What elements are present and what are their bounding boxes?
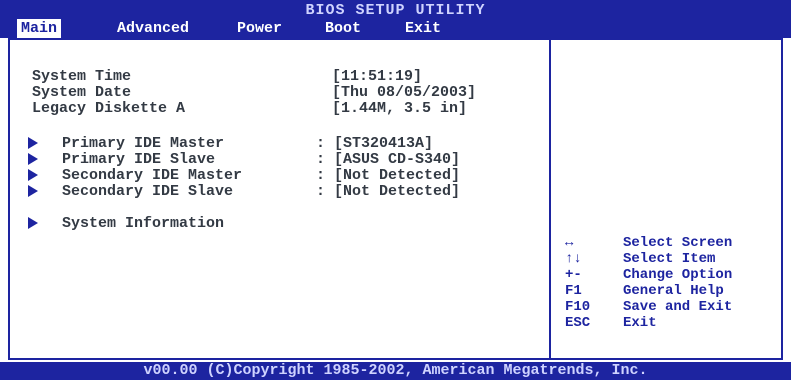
menu-advanced[interactable]: Advanced: [117, 19, 189, 38]
menu-boot[interactable]: Boot: [325, 19, 361, 38]
submenu-label: Primary IDE Slave: [62, 151, 216, 168]
key-legend-row: +- Change Option: [565, 267, 775, 283]
submenu-label: Secondary IDE Slave: [62, 183, 234, 200]
bios-screen: BIOS SETUP UTILITY Main Advanced Power B…: [0, 0, 791, 380]
key-legend-row: ↑↓ Select Item: [565, 251, 775, 267]
key-plus-minus: +-: [565, 267, 582, 283]
submenu-arrow-icon: [28, 185, 38, 197]
key-up-down: ↑↓: [565, 251, 582, 267]
key-legend-row: ESC Exit: [565, 315, 775, 331]
key-legend-row: F10 Save and Exit: [565, 299, 775, 315]
submenu-value: : [Not Detected]: [316, 183, 461, 200]
key-f10: F10: [565, 299, 591, 315]
menu-bar: Main Advanced Power Boot Exit: [0, 17, 791, 38]
key-legend: ↔ Select Screen ↑↓ Select Item +- Change…: [565, 235, 775, 331]
menu-main[interactable]: Main: [17, 19, 62, 38]
field-value[interactable]: [Thu 08/05/2003]: [332, 84, 476, 101]
submenu-arrow-icon: [28, 169, 38, 181]
key-description: Select Screen: [623, 235, 733, 251]
key-description: Select Item: [623, 251, 716, 267]
submenu-value: : [ST320413A]: [316, 135, 434, 152]
field-value[interactable]: [11:51:19]: [332, 68, 422, 85]
submenu-arrow-icon: [28, 137, 38, 149]
panel-divider: [549, 38, 551, 360]
menu-power[interactable]: Power: [237, 19, 282, 38]
submenu-arrow-icon: [28, 153, 38, 165]
key-description: Change Option: [623, 267, 733, 283]
field-legacy-diskette-a[interactable]: Legacy Diskette A [1.44M, 3.5 in]: [32, 100, 532, 118]
key-f1: F1: [565, 283, 582, 299]
copyright-footer: v00.00 (C)Copyright 1985-2002, American …: [0, 362, 791, 380]
menu-exit[interactable]: Exit: [405, 19, 441, 38]
key-left-right: ↔: [565, 235, 574, 251]
key-legend-row: ↔ Select Screen: [565, 235, 775, 251]
submenu-arrow-icon: [28, 217, 38, 229]
submenu-label: Primary IDE Master: [62, 135, 225, 152]
key-esc: ESC: [565, 315, 591, 331]
field-label: System Time: [32, 68, 132, 85]
submenu-value: : [ASUS CD-S340]: [316, 151, 461, 168]
field-label: System Date: [32, 84, 132, 101]
key-description: Save and Exit: [623, 299, 733, 315]
title-bar: BIOS SETUP UTILITY Main Advanced Power B…: [0, 0, 791, 38]
key-description: Exit: [623, 315, 657, 331]
submenu-system-information[interactable]: System Information: [28, 215, 528, 233]
submenu-label: Secondary IDE Master: [62, 167, 243, 184]
submenu-label: System Information: [62, 215, 225, 232]
submenu-secondary-ide-slave[interactable]: Secondary IDE Slave : [Not Detected]: [28, 183, 528, 201]
field-value[interactable]: [1.44M, 3.5 in]: [332, 100, 467, 117]
key-legend-row: F1 General Help: [565, 283, 775, 299]
key-description: General Help: [623, 283, 724, 299]
field-label: Legacy Diskette A: [32, 100, 186, 117]
submenu-value: : [Not Detected]: [316, 167, 461, 184]
